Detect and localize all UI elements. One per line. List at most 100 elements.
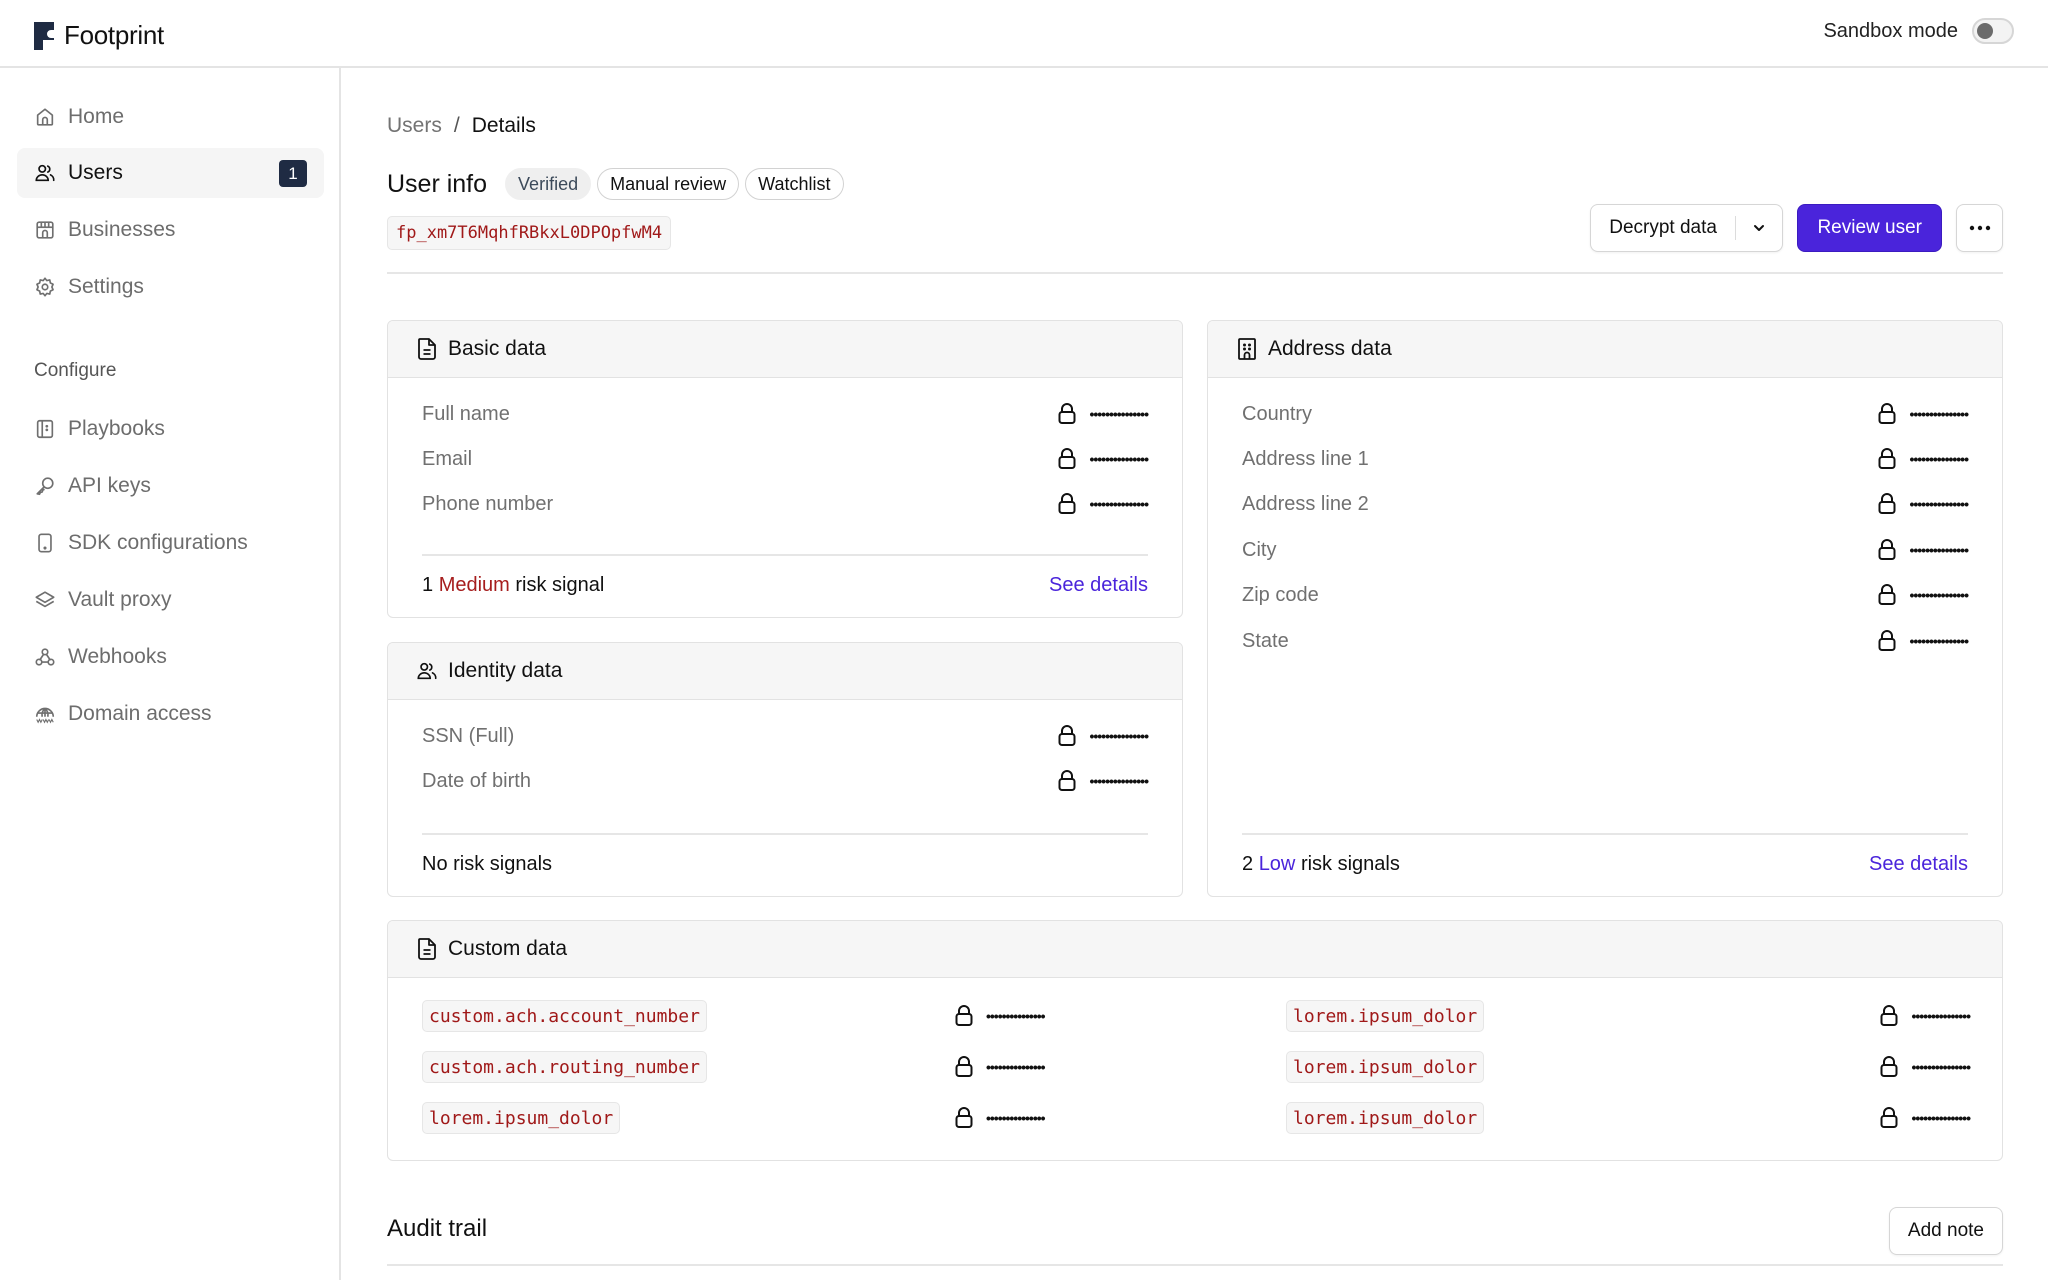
masked-value: ••••••••••••••• [1089, 496, 1149, 512]
breadcrumb-separator: / [453, 114, 460, 137]
lock-icon[interactable] [954, 1004, 974, 1028]
header-actions: Decrypt data Review user [1590, 204, 2003, 252]
sidebar-item-label: Settings [68, 275, 144, 298]
sidebar-item-users[interactable]: Users 1 [17, 148, 324, 198]
field-label: Zip code [1242, 583, 1319, 606]
masked-group: ••••••••••••••• [954, 1004, 1046, 1028]
key-icon [36, 477, 54, 496]
card-title: Identity data [448, 659, 563, 682]
home-icon [36, 108, 54, 126]
sidebar-item-domain-access[interactable]: Domain access [17, 689, 324, 739]
lock-icon[interactable] [1877, 492, 1897, 516]
sidebar-item-playbooks[interactable]: Playbooks [17, 404, 324, 454]
lock-icon[interactable] [1057, 769, 1077, 793]
risk-level: Low [1258, 852, 1296, 875]
users-count-badge: 1 [279, 160, 307, 187]
card-header: Identity data [388, 643, 1182, 700]
audit-divider [387, 1264, 2003, 1266]
breadcrumb: Users / Details [387, 114, 536, 138]
lock-icon[interactable] [1877, 402, 1897, 426]
sandbox-mode: Sandbox mode [1823, 18, 2014, 44]
masked-value: ••••••••••••••• [1089, 406, 1149, 422]
field-row-state: State ••••••••••••••• [1242, 626, 1969, 656]
lock-icon[interactable] [1057, 447, 1077, 471]
lock-icon[interactable] [1879, 1004, 1899, 1028]
sidebar-item-sdk-configurations[interactable]: SDK configurations [17, 518, 324, 568]
logo[interactable]: Footprint [34, 20, 164, 51]
risk-summary: No risk signals [422, 852, 553, 875]
masked-value: ••••••••••••••• [1909, 542, 1969, 558]
see-details-link[interactable]: See details [1869, 853, 1968, 876]
field-row-address-line-1: Address line 1 ••••••••••••••• [1242, 444, 1969, 474]
footprint-logo-icon [34, 21, 54, 50]
sidebar-item-vault-proxy[interactable]: Vault proxy [17, 575, 324, 625]
lock-icon[interactable] [1057, 492, 1077, 516]
add-note-button[interactable]: Add note [1888, 1207, 2003, 1255]
sidebar-item-settings[interactable]: Settings [17, 262, 324, 312]
masked-value: ••••••••••••••• [1909, 406, 1969, 422]
see-details-link[interactable]: See details [1049, 574, 1148, 597]
field-row-city: City ••••••••••••••• [1242, 535, 1969, 565]
lock-icon[interactable] [1877, 583, 1897, 607]
gear-icon [36, 277, 54, 297]
masked-value: ••••••••••••••• [986, 1059, 1046, 1075]
field-row-full-name: Full name ••••••••••••••• [422, 399, 1149, 429]
sidebar-item-businesses[interactable]: Businesses [17, 205, 324, 255]
lock-icon[interactable] [1057, 724, 1077, 748]
custom-data-card: Custom data custom.ach.account_number ••… [387, 920, 2003, 1161]
card-divider [422, 833, 1148, 835]
document-icon [418, 338, 436, 360]
sidebar-item-api-keys[interactable]: API keys [17, 461, 324, 511]
lock-icon[interactable] [1877, 538, 1897, 562]
sandbox-mode-toggle[interactable] [1972, 18, 2014, 44]
custom-data-key: lorem.ipsum_dolor [422, 1102, 621, 1134]
sidebar-item-label: API keys [68, 474, 151, 497]
risk-suffix: risk signals [1300, 852, 1400, 875]
lock-icon[interactable] [1877, 629, 1897, 653]
field-label: Phone number [422, 492, 554, 515]
sidebar-item-label: Home [68, 105, 125, 128]
custom-data-row: lorem.ipsum_dolor ••••••••••••••• [1286, 1050, 1971, 1084]
custom-data-key: custom.ach.routing_number [422, 1051, 707, 1083]
field-label: Address line 2 [1242, 492, 1369, 515]
decrypt-data-button[interactable]: Decrypt data [1591, 205, 1735, 251]
lock-icon[interactable] [1879, 1055, 1899, 1079]
field-row-zip-code: Zip code ••••••••••••••• [1242, 580, 1969, 610]
lock-icon[interactable] [1877, 447, 1897, 471]
lock-icon[interactable] [954, 1106, 974, 1130]
more-options-button[interactable] [1956, 204, 2003, 252]
header-divider [387, 272, 2003, 274]
masked-value: ••••••••••••••• [1089, 773, 1149, 789]
breadcrumb-users-link[interactable]: Users [387, 114, 442, 138]
field-label: Address line 1 [1242, 447, 1369, 470]
field-label: State [1242, 629, 1289, 652]
risk-level: Medium [438, 573, 510, 596]
layers-icon [35, 591, 55, 608]
masked-value: ••••••••••••••• [1911, 1110, 1971, 1126]
decrypt-options-dropdown[interactable] [1736, 205, 1782, 251]
sidebar-item-home[interactable]: Home [17, 92, 324, 142]
field-row-ssn: SSN (Full) ••••••••••••••• [422, 721, 1149, 751]
lock-icon[interactable] [1057, 402, 1077, 426]
user-id-code[interactable]: fp_xm7T6MqhfRBkxL0DPOpfwM4 [387, 216, 672, 250]
page-title: User info [387, 169, 488, 198]
lock-icon[interactable] [954, 1055, 974, 1079]
custom-data-key: custom.ach.account_number [422, 1000, 707, 1032]
masked-value: ••••••••••••••• [1089, 451, 1149, 467]
status-tag-verified: Verified [505, 168, 592, 200]
configure-section-label: Configure [34, 360, 117, 381]
field-label: Full name [422, 402, 510, 425]
sidebar-item-webhooks[interactable]: Webhooks [17, 632, 324, 682]
sidebar-item-label: Vault proxy [68, 588, 172, 611]
risk-signals-row: 1 Medium risk signal See details [422, 570, 1148, 600]
field-row-address-line-2: Address line 2 ••••••••••••••• [1242, 489, 1969, 519]
book-icon [36, 419, 54, 439]
masked-group: ••••••••••••••• [1879, 1055, 1971, 1079]
card-divider [1242, 833, 1968, 835]
risk-summary: 1 Medium risk signal [422, 574, 604, 597]
lock-icon[interactable] [1879, 1106, 1899, 1130]
sidebar-item-label: SDK configurations [68, 531, 248, 554]
custom-data-row: custom.ach.routing_number ••••••••••••••… [422, 1050, 1167, 1084]
review-user-button[interactable]: Review user [1797, 204, 1942, 252]
document-icon [418, 938, 436, 960]
